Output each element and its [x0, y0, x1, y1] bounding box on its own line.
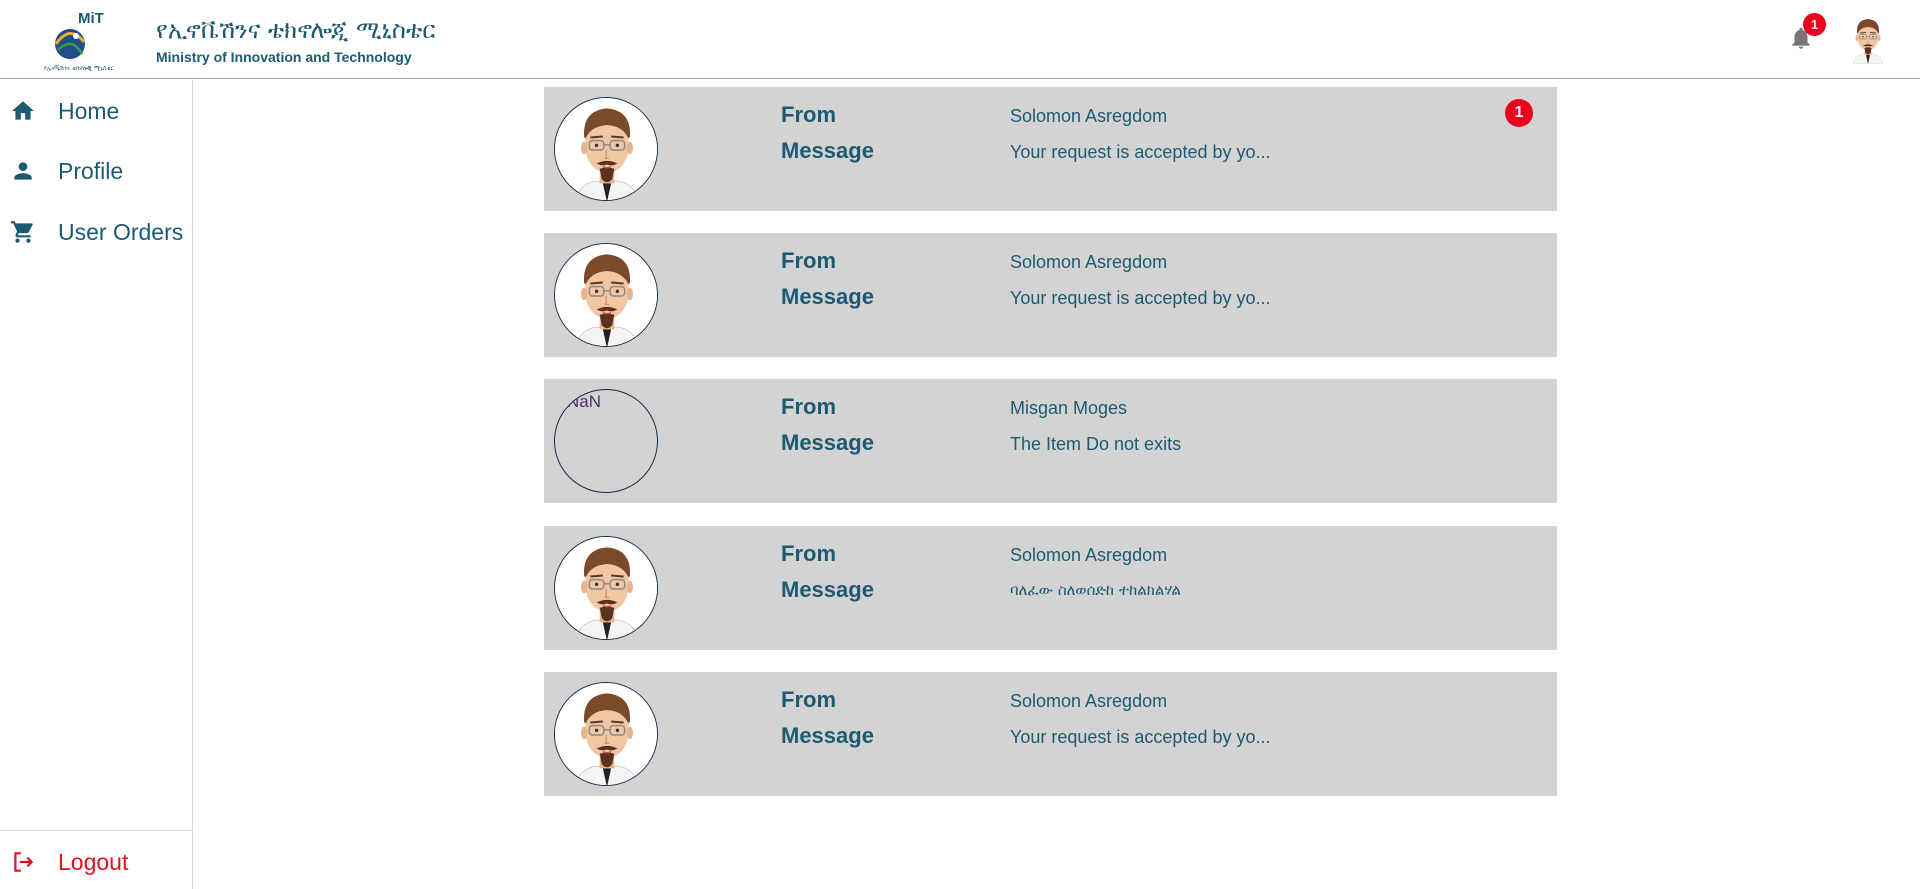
- brand-title-english: Ministry of Innovation and Technology: [156, 49, 412, 65]
- sender-avatar: [554, 97, 658, 201]
- from-label: From: [781, 541, 836, 566]
- logo-subtext: የኢኖቬሽንና ቴክኖሎጂ ሚኒስቴር: [44, 65, 115, 72]
- from-label: From: [781, 248, 836, 273]
- message-preview: ባለፈው ስለወሰድከ ተከልክልሃል: [1010, 581, 1181, 599]
- sidebar-divider: [0, 830, 193, 831]
- avatar-fallback-text: NaN: [567, 392, 602, 411]
- message-preview: Your request is accepted by yo...: [1010, 288, 1271, 308]
- message-card[interactable]: From Message Solomon Asregdom ባለፈው ስለወሰድ…: [544, 526, 1557, 650]
- message-card[interactable]: From Message Solomon Asregdom Your reque…: [544, 233, 1557, 357]
- notification-count-badge: 1: [1803, 13, 1826, 36]
- app-header: MiT የኢኖቬሽንና ቴክኖሎጂ ሚኒስቴር የኢኖቬሽንና ቴክኖሎጂ ሚኒ…: [0, 0, 1920, 79]
- cart-icon: [11, 221, 33, 243]
- sender-avatar: NaN: [554, 389, 658, 493]
- sender-name: Solomon Asregdom: [1010, 691, 1168, 711]
- user-avatar[interactable]: [1843, 12, 1893, 66]
- message-preview: The Item Do not exits: [1010, 434, 1182, 454]
- logout-icon: [14, 852, 34, 872]
- message-card[interactable]: NaN From Message Misgan Moges The Item D…: [544, 379, 1557, 503]
- message-label: Message: [781, 138, 874, 163]
- sender-name: Misgan Moges: [1010, 398, 1128, 418]
- sender-avatar: [554, 682, 658, 786]
- message-card[interactable]: From Message Solomon Asregdom Your reque…: [544, 87, 1557, 211]
- sender-avatar: [554, 536, 658, 640]
- home-icon: [12, 101, 34, 120]
- logout-button[interactable]: Logout: [0, 838, 193, 886]
- sidebar-item-home[interactable]: Home: [0, 87, 193, 135]
- message-preview: Your request is accepted by yo...: [1010, 142, 1271, 162]
- message-label: Message: [781, 284, 874, 309]
- sender-name: Solomon Asregdom: [1010, 545, 1168, 565]
- svg-text:MiT: MiT: [78, 10, 104, 27]
- from-label: From: [781, 687, 836, 712]
- brand-title-amharic: የኢኖቬሽንና ቴክኖሎጂ ሚኒስቴር: [156, 16, 436, 44]
- from-label: From: [781, 394, 836, 419]
- message-label: Message: [781, 723, 874, 748]
- sender-name: Solomon Asregdom: [1010, 252, 1168, 272]
- message-label: Message: [781, 430, 874, 455]
- sidebar-item-label: Profile: [58, 157, 124, 184]
- ministry-logo[interactable]: MiT የኢኖቬሽንና ቴክኖሎጂ ሚኒስቴር: [44, 6, 142, 73]
- sidebar-item-label: Home: [58, 97, 120, 124]
- message-preview: Your request is accepted by yo...: [1010, 727, 1271, 747]
- sidebar-item-user-orders[interactable]: User Orders: [0, 208, 193, 256]
- from-label: From: [781, 102, 836, 127]
- person-icon: [14, 162, 32, 180]
- logout-label: Logout: [58, 848, 129, 875]
- unread-badge: 1: [1505, 99, 1533, 127]
- sidebar: Home Profile User Orders Logout: [0, 80, 193, 889]
- sidebar-item-label: User Orders: [58, 218, 184, 245]
- sender-avatar: [554, 243, 658, 347]
- message-label: Message: [781, 577, 874, 602]
- sender-name: Solomon Asregdom: [1010, 106, 1168, 126]
- message-card[interactable]: From Message Solomon Asregdom Your reque…: [544, 672, 1557, 796]
- sidebar-item-profile[interactable]: Profile: [0, 147, 193, 195]
